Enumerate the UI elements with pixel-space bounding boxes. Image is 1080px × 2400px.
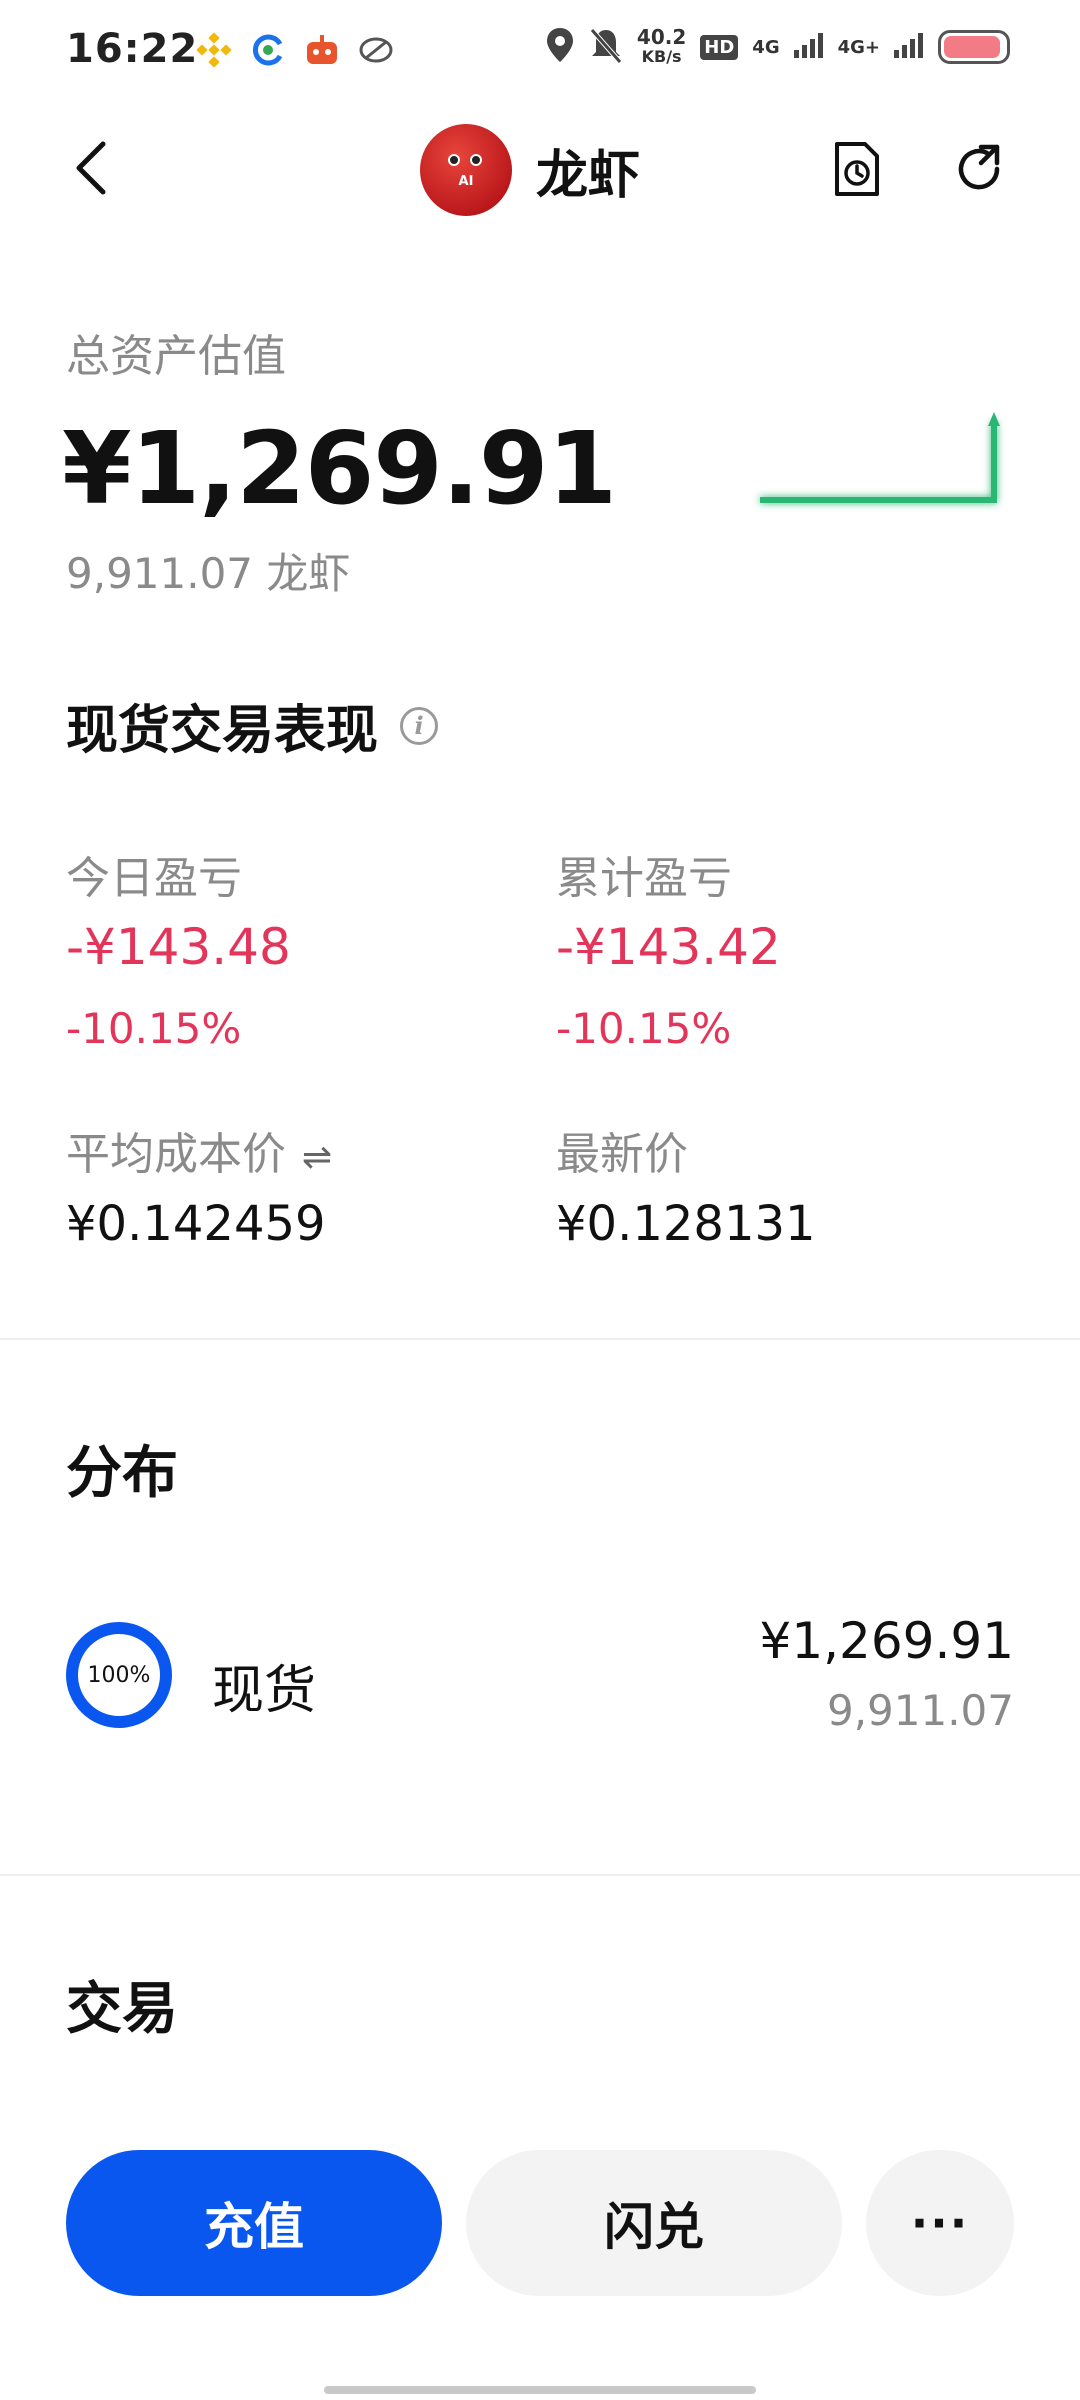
hd-badge: HD (700, 34, 739, 60)
robot-app-icon (304, 32, 340, 68)
back-chevron-icon (76, 141, 106, 195)
history-document-icon (835, 142, 879, 196)
latest-price-label: 最新价 (556, 1129, 688, 1180)
home-indicator[interactable] (324, 2386, 756, 2394)
swap-icon: ⇌ (302, 1137, 333, 1178)
page-title: 龙虾 (536, 145, 641, 206)
trend-arrow-tip (988, 412, 1000, 426)
status-bar: 16:22 40.2 KB/s HD 4G 4G+ (0, 0, 1080, 104)
more-icon: ··· (910, 2196, 970, 2250)
link-icon (358, 32, 394, 68)
distribution-title: 分布 (66, 1441, 178, 1506)
circle-c-icon (250, 32, 286, 68)
avatar-text: AI (458, 174, 474, 189)
deposit-button[interactable]: 充值 (66, 2150, 442, 2296)
total-asset-value: ¥1,269.91 (62, 410, 617, 527)
convert-button[interactable]: 闪兑 (466, 2150, 842, 2296)
section-divider (0, 1874, 1080, 1876)
refresh-icon (958, 144, 1000, 190)
token-title: AI 龙虾 (420, 124, 640, 216)
system-status: 40.2 KB/s HD 4G 4G+ (545, 26, 1010, 68)
more-options-button[interactable]: ··· (866, 2150, 1014, 2296)
today-pnl-percent: -10.15% (66, 1004, 242, 1053)
trend-line (760, 422, 997, 503)
asset-detail-screen: 16:22 40.2 KB/s HD 4G 4G+ AI 龙虾 总资产估值 ¥1… (0, 0, 1080, 2400)
binance-icon (196, 32, 232, 68)
total-pnl-percent: -10.15% (556, 1004, 732, 1053)
sim1-label: 4G (752, 36, 780, 58)
today-pnl-value: -¥143.48 (66, 918, 291, 976)
signal-icon (894, 32, 924, 62)
distribution-item-value: ¥1,269.91 (759, 1612, 1014, 1670)
distribution-item-amount: 9,911.07 (826, 1686, 1014, 1735)
signal-icon (793, 32, 824, 62)
top-navigation: AI 龙虾 (0, 104, 1080, 232)
mute-icon (589, 26, 623, 68)
notification-icons (196, 32, 394, 68)
sim2-label: 4G+ (837, 36, 880, 58)
trade-title: 交易 (66, 1977, 178, 2042)
avg-cost-label[interactable]: 平均成本价 ⇌ (66, 1118, 332, 1182)
today-pnl-label: 今日盈亏 (66, 853, 242, 904)
total-asset-token-amount: 9,911.07 龙虾 (66, 549, 351, 598)
info-icon[interactable]: i (400, 706, 439, 745)
location-icon (545, 26, 575, 68)
spot-performance-title: 现货交易表现 i (66, 688, 439, 763)
total-pnl-value: -¥143.42 (556, 918, 781, 976)
back-button[interactable] (56, 128, 126, 208)
token-avatar: AI (420, 124, 512, 216)
distribution-donut-chart: 100% (66, 1622, 172, 1728)
total-pnl-label: 累计盈亏 (556, 853, 732, 904)
history-button[interactable] (822, 134, 892, 204)
refresh-button[interactable] (944, 134, 1014, 204)
total-asset-label: 总资产估值 (66, 331, 286, 382)
distribution-percent: 100% (87, 1662, 151, 1688)
avg-cost-value: ¥0.142459 (66, 1196, 326, 1252)
network-speed: 40.2 KB/s (636, 25, 687, 66)
status-time: 16:22 (66, 26, 199, 72)
battery-icon (938, 30, 1010, 64)
asset-trend-chart[interactable] (752, 400, 1022, 540)
section-divider (0, 1338, 1080, 1340)
latest-price-value: ¥0.128131 (556, 1196, 816, 1252)
distribution-item-name: 现货 (212, 1661, 317, 1721)
